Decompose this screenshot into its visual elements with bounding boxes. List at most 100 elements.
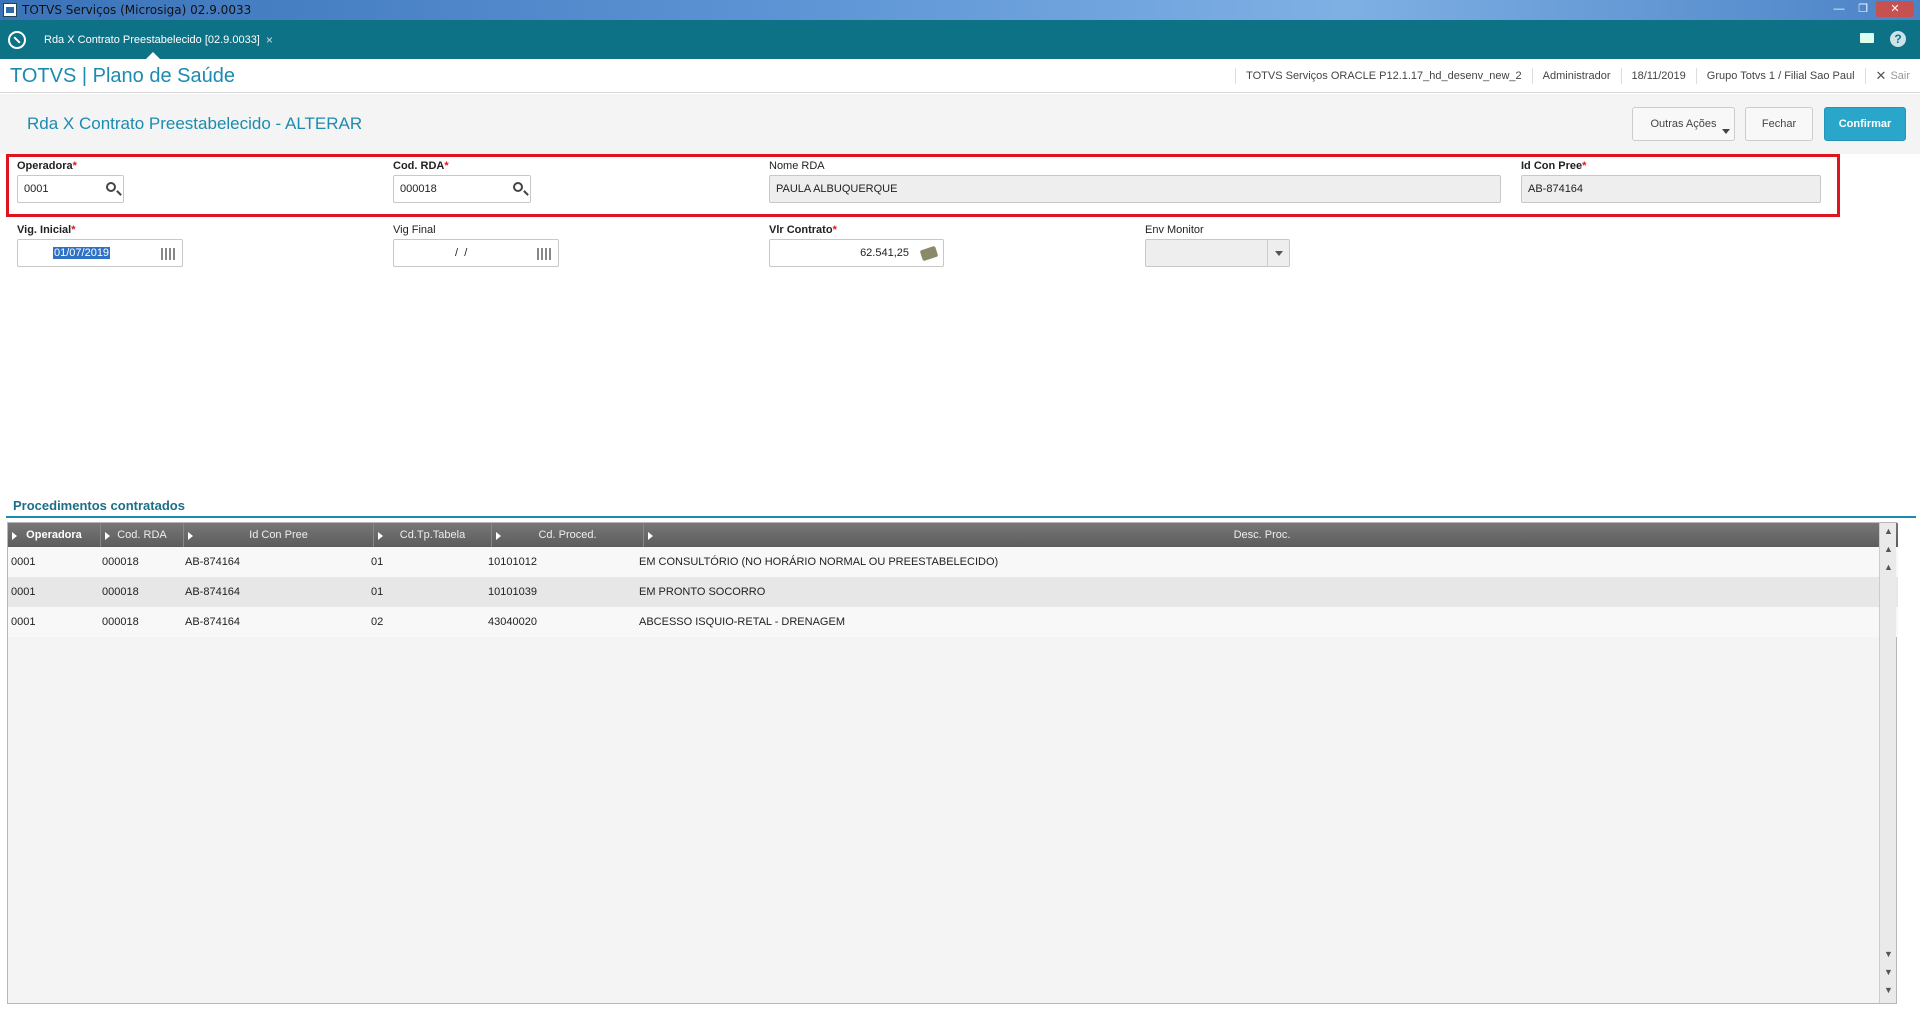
id-con-pree-value: AB-874164 [1528,183,1584,195]
section-divider [6,516,1916,518]
cell-cd-proced: 10101012 [488,556,537,568]
sort-icon [648,532,653,540]
page-title: Rda X Contrato Preestabelecido - ALTERAR [27,114,363,133]
required-star: * [71,224,76,236]
scroll-page-up-icon[interactable]: ▲ [1884,544,1893,554]
vig-final-label: Vig Final [393,224,436,236]
sort-icon [188,532,193,540]
user-label: Administrador [1531,68,1621,84]
column-label: Id Con Pree [249,529,308,541]
scroll-down-icon[interactable]: ▼ [1884,949,1893,959]
search-icon[interactable] [513,182,523,192]
restore-icon[interactable]: ❐ [1852,1,1874,17]
tab-close-icon[interactable]: × [266,33,273,47]
home-icon[interactable] [8,31,26,49]
cell-cd-proced: 10101039 [488,586,537,598]
cell-id-con-pree: AB-874164 [185,586,241,598]
env-monitor-label: Env Monitor [1145,224,1204,236]
sort-icon [496,532,501,540]
logout-button[interactable]: ✕ Sair [1864,68,1920,84]
id-con-pree-label-text: Id Con Pree [1521,160,1583,172]
scroll-top-icon[interactable]: ▲ [1884,526,1893,536]
environment-label: TOTVS Serviços ORACLE P12.1.17_hd_desenv… [1235,68,1532,84]
money-icon[interactable] [919,245,939,262]
sort-icon [105,532,110,540]
confirm-button[interactable]: Confirmar [1824,107,1906,141]
id-con-pree-field: AB-874164 [1521,175,1821,203]
column-label: Desc. Proc. [1233,529,1291,541]
id-con-pree-label: Id Con Pree* [1521,160,1586,172]
column-header-cd-tp-tabela[interactable]: Cd.Tp.Tabela [374,523,492,547]
cell-cod-rda: 000018 [102,586,139,598]
scroll-page-down-icon[interactable]: ▼ [1884,967,1893,977]
table-row[interactable]: 0001 000018 AB-874164 02 43040020 ABCESS… [8,607,1898,637]
close-button[interactable]: Fechar [1745,107,1813,141]
company-label: Grupo Totvs 1 / Filial Sao Paul [1695,68,1865,84]
other-actions-label: Outras Ações [1650,118,1717,130]
column-header-operadora[interactable]: Operadora [8,523,101,547]
vig-inicial-label: Vig. Inicial* [17,224,76,236]
cell-cd-tp-tabela: 01 [371,556,384,568]
vig-inicial-input[interactable]: 01/07/2019 [17,239,183,267]
required-star: * [1582,160,1587,172]
sort-icon [378,532,383,540]
calendar-icon[interactable] [161,248,176,260]
cell-cd-tp-tabela: 01 [371,586,384,598]
column-label: Cd. Proced. [538,529,597,541]
vig-final-input[interactable]: / / [393,239,559,267]
operadora-value: 0001 [24,183,49,195]
cod-rda-value: 000018 [400,183,437,195]
cell-desc-proc: EM PRONTO SOCORRO [639,586,766,598]
window-title: TOTVS Serviços (Microsiga) 02.9.0033 [22,3,252,17]
mail-icon[interactable] [1860,33,1874,43]
cod-rda-input[interactable]: 000018 [393,175,531,203]
table-row[interactable]: 0001 000018 AB-874164 01 10101039 EM PRO… [8,577,1898,607]
chevron-down-icon[interactable] [1267,240,1289,266]
vig-inicial-value: 01/07/2019 [53,247,111,259]
vlr-contrato-value: 62.541,25 [860,247,909,259]
vlr-contrato-input[interactable]: 62.541,25 [769,239,944,267]
vlr-contrato-label-text: Vlr Contrato [769,224,833,236]
logout-label: Sair [1890,70,1910,82]
other-actions-button[interactable]: Outras Ações [1632,107,1735,141]
vertical-scrollbar[interactable]: ▲ ▲ ▲ ▼ ▼ ▼ [1879,523,1896,1003]
operadora-input[interactable]: 0001 [17,175,124,203]
operadora-label: Operadora* [17,160,77,172]
brand-title: TOTVS | Plano de Saúde [10,65,235,87]
grid-header: Operadora Cod. RDA Id Con Pree Cd.Tp.Tab… [8,523,1898,547]
chevron-down-icon [1722,129,1730,134]
required-star: * [832,224,837,236]
env-monitor-select[interactable] [1145,239,1290,267]
column-label: Cod. RDA [117,529,167,541]
cell-id-con-pree: AB-874164 [185,556,241,568]
cell-cd-tp-tabela: 02 [371,616,384,628]
scroll-bottom-icon[interactable]: ▼ [1884,985,1893,995]
app-icon [3,3,17,17]
column-header-desc-proc[interactable]: Desc. Proc. [644,523,1881,547]
column-header-id-con-pree[interactable]: Id Con Pree [184,523,374,547]
date-label: 18/11/2019 [1620,68,1696,84]
app-header: TOTVS | Plano de Saúde TOTVS Serviços OR… [0,59,1920,93]
required-star: * [72,160,77,172]
column-header-cod-rda[interactable]: Cod. RDA [101,523,184,547]
column-header-cd-proced[interactable]: Cd. Proced. [492,523,644,547]
help-icon[interactable]: ? [1890,31,1906,47]
cell-cod-rda: 000018 [102,616,139,628]
search-icon[interactable] [106,182,116,192]
cell-operadora: 0001 [11,616,36,628]
cell-cod-rda: 000018 [102,556,139,568]
calendar-icon[interactable] [537,248,552,260]
column-label: Operadora [26,529,82,541]
table-row[interactable]: 0001 000018 AB-874164 01 10101012 EM CON… [8,547,1898,577]
procedures-grid: Operadora Cod. RDA Id Con Pree Cd.Tp.Tab… [7,522,1898,1004]
close-icon: ✕ [1875,68,1887,83]
window-close-icon[interactable]: ✕ [1876,1,1914,17]
vlr-contrato-label: Vlr Contrato* [769,224,837,236]
tab-bar: Rda X Contrato Preestabelecido [02.9.003… [0,20,1920,59]
cod-rda-label: Cod. RDA* [393,160,449,172]
cell-desc-proc: EM CONSULTÓRIO (NO HORÁRIO NORMAL OU PRE… [639,556,999,568]
sort-icon [12,532,17,540]
vig-inicial-label-text: Vig. Inicial [17,224,72,236]
minimize-icon[interactable]: — [1828,1,1850,17]
scroll-up-icon[interactable]: ▲ [1884,562,1893,572]
